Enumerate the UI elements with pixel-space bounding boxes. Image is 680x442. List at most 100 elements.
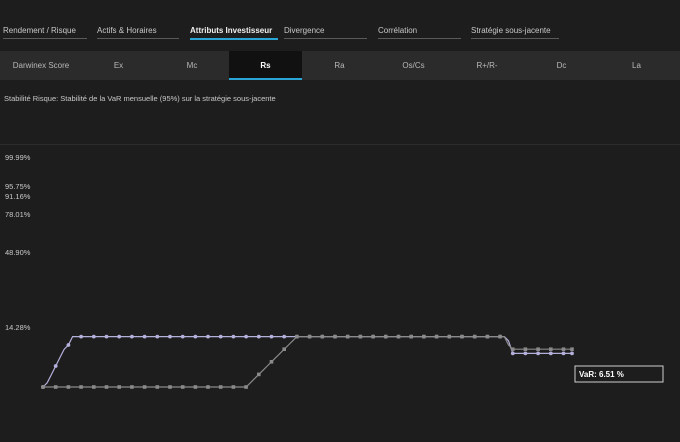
data-point[interactable]: [396, 334, 401, 339]
tab-attributs-investisseur[interactable]: Attributs Investisseur: [190, 25, 278, 40]
data-point[interactable]: [570, 351, 574, 356]
data-point[interactable]: [104, 385, 109, 389]
subtab-dc[interactable]: Dc: [524, 51, 599, 80]
data-point[interactable]: [523, 347, 528, 351]
data-point[interactable]: [282, 347, 286, 351]
top-tab-bar: Rendement / Risque Actifs & Horaires Att…: [0, 0, 680, 44]
subtab-ra[interactable]: Ra: [302, 51, 377, 80]
subtab-mc[interactable]: Mc: [155, 51, 229, 80]
subtab-ex[interactable]: Ex: [82, 51, 155, 80]
data-point[interactable]: [155, 334, 160, 339]
tab-rendement-risque[interactable]: Rendement / Risque: [3, 25, 87, 39]
subtab-os-cs[interactable]: Os/Cs: [377, 51, 450, 80]
data-point[interactable]: [485, 334, 490, 339]
data-point[interactable]: [256, 334, 261, 339]
data-point[interactable]: [193, 334, 198, 339]
data-point[interactable]: [231, 385, 236, 389]
tab-label: Stratégie sous-jacente: [471, 26, 551, 35]
sub-tab-bar: Darwinex Score Ex Mc Rs Ra Os/Cs R+/R- D…: [0, 51, 680, 80]
data-point[interactable]: [142, 334, 147, 339]
subtab-darwinex-score[interactable]: Darwinex Score: [0, 51, 82, 80]
data-point[interactable]: [180, 385, 185, 389]
data-point[interactable]: [206, 334, 210, 339]
tab-label: Attributs Investisseur: [190, 26, 273, 35]
data-point[interactable]: [117, 385, 121, 389]
data-point[interactable]: [523, 351, 528, 356]
series-gray: [41, 334, 574, 389]
series-line: [42, 336, 572, 388]
data-point[interactable]: [206, 385, 210, 389]
data-point[interactable]: [307, 334, 312, 339]
y-tick-label: 48.90%: [5, 248, 31, 257]
data-point[interactable]: [41, 385, 45, 389]
data-point[interactable]: [244, 334, 249, 339]
series-purple: [41, 334, 574, 389]
data-point[interactable]: [510, 351, 515, 356]
data-point[interactable]: [549, 347, 553, 351]
data-point[interactable]: [79, 334, 83, 339]
data-point[interactable]: [117, 334, 122, 339]
subtab-r-plus-minus[interactable]: R+/R-: [450, 51, 524, 80]
data-point[interactable]: [168, 385, 172, 389]
data-point[interactable]: [498, 334, 502, 339]
data-point[interactable]: [130, 385, 134, 389]
data-point[interactable]: [472, 334, 477, 339]
chart-description: Stabilité Risque: Stabilité de la VaR me…: [4, 94, 276, 103]
data-point[interactable]: [91, 334, 96, 339]
y-tick-label: 99.99%: [5, 153, 31, 162]
data-point[interactable]: [548, 351, 553, 356]
data-point[interactable]: [142, 385, 147, 389]
subtab-label: La: [632, 61, 641, 70]
data-point[interactable]: [257, 372, 261, 377]
data-point[interactable]: [155, 385, 160, 389]
data-point[interactable]: [320, 334, 325, 339]
tab-actifs-horaires[interactable]: Actifs & Horaires: [97, 25, 179, 39]
data-point[interactable]: [384, 334, 388, 339]
subtab-label: Darwinex Score: [12, 61, 70, 70]
data-point[interactable]: [92, 385, 96, 389]
data-point[interactable]: [536, 351, 540, 356]
subtab-rs[interactable]: Rs: [229, 51, 302, 80]
data-point[interactable]: [180, 334, 185, 339]
data-point[interactable]: [104, 334, 109, 339]
data-point[interactable]: [371, 334, 375, 339]
data-point[interactable]: [561, 347, 566, 351]
data-point[interactable]: [333, 334, 337, 339]
data-point[interactable]: [53, 364, 58, 368]
subtab-la[interactable]: La: [599, 51, 674, 80]
data-point[interactable]: [536, 347, 540, 351]
data-point[interactable]: [66, 343, 71, 347]
tab-correlation[interactable]: Corrélation: [378, 25, 461, 39]
data-point[interactable]: [193, 385, 198, 389]
tab-strategie-sous-jacente[interactable]: Stratégie sous-jacente: [471, 25, 559, 39]
data-point[interactable]: [53, 385, 58, 389]
data-point[interactable]: [295, 334, 299, 339]
data-point[interactable]: [66, 385, 71, 389]
y-tick-label: 14.28%: [5, 323, 31, 332]
data-point[interactable]: [409, 334, 413, 339]
data-point[interactable]: [130, 334, 134, 339]
data-point[interactable]: [345, 334, 350, 339]
data-point[interactable]: [561, 351, 566, 356]
data-point[interactable]: [269, 334, 274, 339]
data-point[interactable]: [218, 334, 223, 339]
data-point[interactable]: [269, 360, 274, 364]
y-tick-label: 95.75%: [5, 182, 31, 191]
tab-divergence[interactable]: Divergence: [284, 25, 367, 39]
data-point[interactable]: [244, 385, 248, 389]
subtab-label: Dc: [556, 61, 567, 70]
data-point[interactable]: [231, 334, 236, 339]
data-point[interactable]: [434, 334, 439, 339]
data-point[interactable]: [79, 385, 83, 389]
data-point[interactable]: [422, 334, 426, 339]
data-point[interactable]: [511, 347, 515, 351]
data-point[interactable]: [218, 385, 223, 389]
data-point[interactable]: [460, 334, 464, 339]
tab-underline: [471, 38, 559, 39]
data-point[interactable]: [358, 334, 363, 339]
data-point[interactable]: [447, 334, 452, 339]
data-point[interactable]: [168, 334, 172, 339]
var-stability-chart: 99.99% 95.75%91.16% 78.01% 48.90% 14.28% VaR…: [5, 153, 664, 389]
data-point[interactable]: [282, 334, 287, 339]
data-point[interactable]: [570, 347, 574, 351]
